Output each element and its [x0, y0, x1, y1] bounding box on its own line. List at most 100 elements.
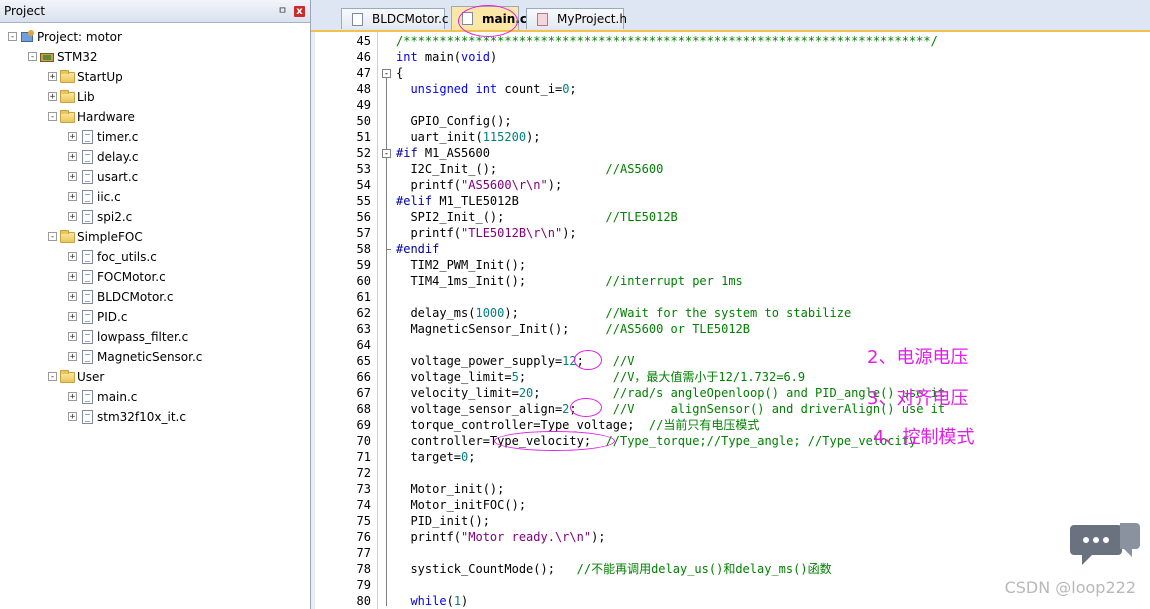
- tree-item[interactable]: + delay.c: [0, 147, 310, 167]
- tree-item[interactable]: - Hardware: [0, 107, 310, 127]
- code-line: voltage_limit=5; //V，最大值需小于12/1.732=6.9: [396, 369, 805, 385]
- file-icon: [80, 290, 95, 304]
- expand-icon[interactable]: +: [68, 252, 77, 262]
- tree-item-label: Lib: [77, 90, 95, 104]
- file-icon: [80, 150, 95, 164]
- code-token: TIM4_1ms_Init();: [396, 274, 606, 288]
- tree-item[interactable]: + FOCMotor.c: [0, 267, 310, 287]
- project-pane-title: Project: [4, 4, 46, 18]
- tree-item[interactable]: + Lib: [0, 87, 310, 107]
- expand-icon[interactable]: +: [68, 172, 77, 182]
- expand-icon[interactable]: +: [68, 132, 77, 142]
- code-token: );: [547, 178, 563, 192]
- file-icon: [80, 250, 95, 264]
- tree-item[interactable]: + stm32f10x_it.c: [0, 407, 310, 427]
- code-token: torque_controller=Type_voltage;: [396, 418, 649, 432]
- fold-end-marker: [386, 249, 391, 250]
- line-number: 77: [356, 546, 371, 560]
- code-editor: BLDCMotor.c main.c MyProject.h 45 46 47 48 49 5…: [311, 0, 1150, 609]
- line-number: 52: [356, 146, 371, 160]
- pin-icon[interactable]: ㅁ: [277, 6, 288, 17]
- expand-icon[interactable]: +: [68, 352, 77, 362]
- folder-icon: [60, 90, 75, 104]
- code-line: PID_init();: [396, 513, 489, 529]
- collapse-icon[interactable]: -: [48, 232, 57, 242]
- fold-collapse-icon[interactable]: -: [382, 149, 391, 159]
- tree-item-label: PID.c: [97, 310, 128, 324]
- project-tree: - Project: motor - STM32 + StartUp + Lib - Hardwa…: [0, 27, 310, 427]
- expand-icon[interactable]: +: [68, 152, 77, 162]
- file-icon: [80, 310, 95, 324]
- tree-item[interactable]: + BLDCMotor.c: [0, 287, 310, 307]
- expand-icon[interactable]: +: [68, 212, 77, 222]
- code-line: printf("AS5600\r\n");: [396, 177, 562, 193]
- line-number: 62: [356, 306, 371, 320]
- project-pane-header: Project ㅁ x: [0, 0, 310, 23]
- file-icon: [80, 190, 95, 204]
- tree-item[interactable]: + foc_utils.c: [0, 247, 310, 267]
- annotation-power-supply: 2、电源电压: [867, 347, 969, 368]
- tree-item-label: Hardware: [77, 110, 135, 124]
- expand-icon[interactable]: +: [68, 312, 77, 322]
- expand-icon[interactable]: +: [68, 272, 77, 282]
- line-number: 55: [356, 194, 371, 208]
- tree-item-label: delay.c: [97, 150, 139, 164]
- line-number: 75: [356, 514, 371, 528]
- expand-icon[interactable]: +: [48, 92, 57, 102]
- line-number: 69: [356, 418, 371, 432]
- tree-item[interactable]: + spi2.c: [0, 207, 310, 227]
- code-token: #if: [396, 146, 418, 160]
- code-text-area[interactable]: /***************************************…: [396, 32, 1150, 609]
- tree-item[interactable]: + iic.c: [0, 187, 310, 207]
- tree-item[interactable]: + MagneticSensor.c: [0, 347, 310, 367]
- tree-item[interactable]: - User: [0, 367, 310, 387]
- fold-guide: [386, 158, 387, 254]
- code-token: uart_init(: [396, 130, 483, 144]
- fold-collapse-icon[interactable]: -: [382, 69, 391, 79]
- code-line: delay_ms(1000); //Wait for the system to…: [396, 305, 851, 321]
- editor-tab[interactable]: BLDCMotor.c: [341, 8, 449, 29]
- tree-item[interactable]: - Project: motor: [0, 27, 310, 47]
- close-icon[interactable]: x: [294, 6, 305, 17]
- code-line: torque_controller=Type_voltage; //当前只有电压…: [396, 417, 759, 433]
- code-token: printf(: [396, 178, 462, 192]
- tree-item[interactable]: + timer.c: [0, 127, 310, 147]
- code-token: "TLE5012B\r\n": [461, 226, 563, 240]
- tree-item[interactable]: - SimpleFOC: [0, 227, 310, 247]
- line-number: 61: [356, 290, 371, 304]
- tree-item-label: main.c: [97, 390, 138, 404]
- expand-icon[interactable]: +: [68, 292, 77, 302]
- code-token: );: [591, 530, 606, 544]
- tree-item[interactable]: + StartUp: [0, 67, 310, 87]
- code-token: //AS5600: [605, 162, 664, 176]
- tree-item-label: STM32: [57, 50, 98, 64]
- code-token: printf(: [396, 226, 462, 240]
- tree-item-label: SimpleFOC: [77, 230, 143, 244]
- code-token: #endif: [396, 242, 440, 256]
- code-token: ;: [569, 82, 577, 96]
- expand-icon[interactable]: +: [48, 72, 57, 82]
- expand-icon[interactable]: +: [68, 412, 77, 422]
- line-number: 59: [356, 258, 371, 272]
- collapse-icon[interactable]: -: [28, 52, 37, 62]
- expand-icon[interactable]: +: [68, 392, 77, 402]
- collapse-icon[interactable]: -: [48, 372, 57, 382]
- tree-item[interactable]: - STM32: [0, 47, 310, 67]
- code-token: delay_ms(: [396, 306, 476, 320]
- code-line: #if M1_AS5600: [396, 145, 490, 161]
- tree-item[interactable]: + PID.c: [0, 307, 310, 327]
- expand-icon[interactable]: +: [68, 332, 77, 342]
- annotation-align-voltage: 3、对齐电压: [867, 388, 969, 409]
- editor-tab[interactable]: MyProject.h: [526, 8, 627, 29]
- collapse-icon[interactable]: -: [48, 112, 57, 122]
- tree-item[interactable]: + lowpass_filter.c: [0, 327, 310, 347]
- line-number: 71: [356, 450, 371, 464]
- tree-item[interactable]: + main.c: [0, 387, 310, 407]
- expand-icon[interactable]: +: [68, 192, 77, 202]
- collapse-icon[interactable]: -: [8, 32, 17, 42]
- file-icon: [80, 410, 95, 424]
- line-number-gutter: 45 46 47 48 49 50 51 52 53 54 55 56 57 58 59 60 61 62 63 64…: [315, 32, 378, 609]
- line-number: 70: [356, 434, 371, 448]
- code-token: GPIO_Config();: [396, 114, 512, 128]
- tree-item[interactable]: + usart.c: [0, 167, 310, 187]
